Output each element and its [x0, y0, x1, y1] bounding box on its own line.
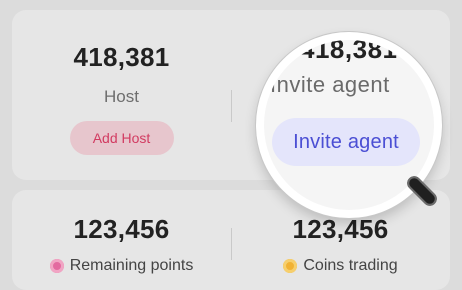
points-stat: 123,456 Remaining points — [12, 214, 231, 275]
coins-label-row: Coins trading — [231, 257, 450, 275]
coins-value: 123,456 — [292, 214, 389, 244]
points-label-row: Remaining points — [12, 257, 231, 275]
stat-divider — [231, 90, 232, 122]
coins-stat: 123,456 Coins trading — [231, 214, 450, 275]
invite-agent-label: Invite agent — [270, 72, 390, 97]
points-icon — [49, 259, 64, 273]
agent-count-peek: 418,381 — [300, 34, 398, 64]
host-count: 418,381 — [73, 42, 170, 72]
host-stat: 418,381 Host Add Host — [12, 42, 231, 155]
points-label: Remaining points — [69, 257, 194, 274]
points-value: 123,456 — [73, 214, 170, 244]
add-host-button[interactable]: Add Host — [69, 121, 174, 155]
host-label: Host — [104, 87, 139, 106]
coins-label: Coins trading — [303, 257, 398, 274]
invite-agent-button[interactable]: Invite agent — [272, 118, 420, 166]
coin-icon — [283, 259, 298, 273]
